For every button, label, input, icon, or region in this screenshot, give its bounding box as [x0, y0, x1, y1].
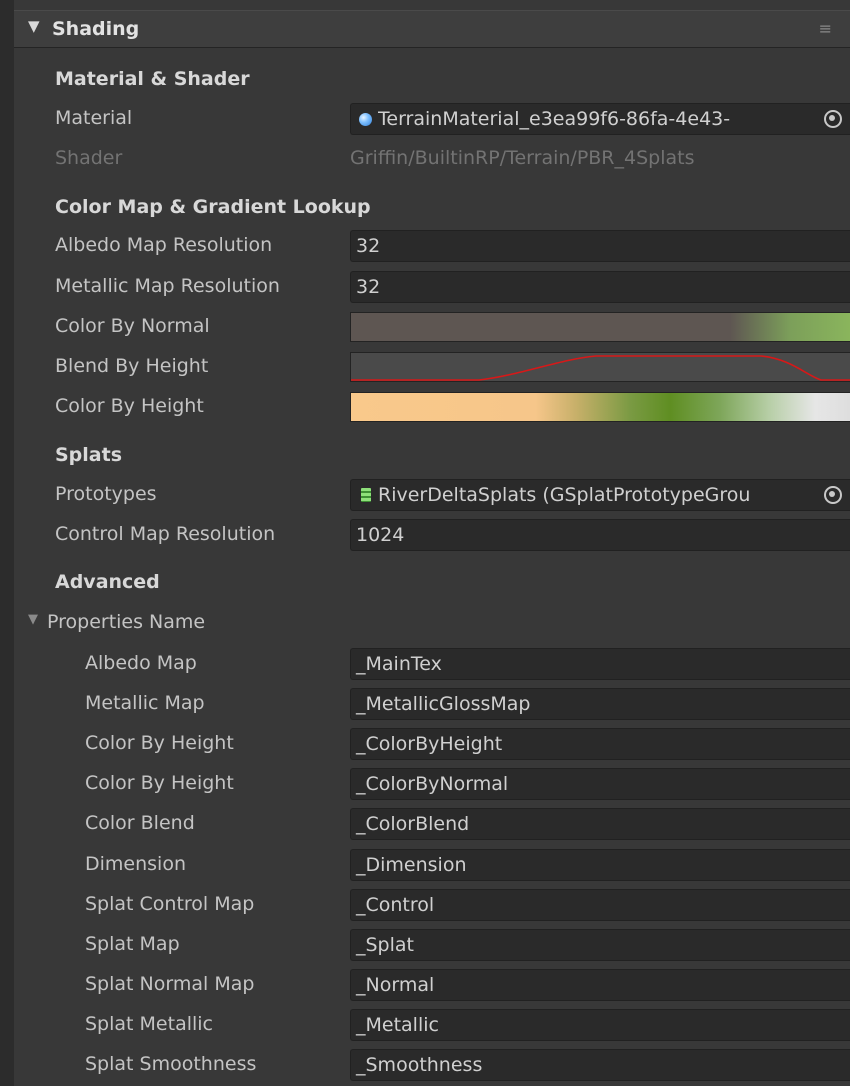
header-title: Shading [52, 18, 140, 40]
color-by-height-label: Color By Height [55, 395, 204, 417]
color-by-normal-label: Color By Normal [55, 315, 210, 337]
property-label: Dimension [85, 853, 186, 875]
property-row: Metallic Map _MetallicGlossMap [0, 685, 850, 723]
color-by-normal-gradient[interactable] [350, 312, 850, 342]
property-value: _Splat [356, 934, 414, 956]
albedo-res-value: 32 [356, 235, 381, 257]
section-title: Splats [55, 444, 123, 466]
material-value: TerrainMaterial_e3ea99f6-86fa-4e43- [378, 108, 731, 130]
blend-by-height-curve[interactable] [350, 352, 850, 382]
property-name-field[interactable]: _Dimension [350, 849, 850, 881]
section-title: Material & Shader [55, 68, 250, 90]
properties-name-foldout[interactable]: ▼ Properties Name [0, 604, 850, 642]
property-label: Color Blend [85, 812, 195, 834]
property-value: _ColorByNormal [356, 773, 509, 795]
property-name-field[interactable]: _Metallic [350, 1009, 850, 1041]
property-name-field[interactable]: _ColorByHeight [350, 728, 850, 760]
property-row: Splat Control Map _Control [0, 886, 850, 924]
prototypes-row: Prototypes RiverDeltaSplats (GSplatProto… [0, 476, 850, 514]
property-row: Color Blend _ColorBlend [0, 805, 850, 843]
metallic-res-row: Metallic Map Resolution 32 [0, 268, 850, 306]
advanced-section: Advanced [0, 564, 850, 602]
shader-value: Griffin/BuiltinRP/Terrain/PBR_4Splats [350, 147, 695, 169]
shading-header[interactable]: ▼ Shading ≡ [14, 10, 850, 48]
object-picker-icon[interactable] [822, 484, 844, 506]
property-value: _Control [356, 894, 435, 916]
property-name-field[interactable]: _Splat [350, 929, 850, 961]
color-map-section: Color Map & Gradient Lookup [0, 189, 850, 227]
property-label: Splat Map [85, 933, 180, 955]
material-shader-section: Material & Shader [0, 61, 850, 99]
section-title: Advanced [55, 571, 160, 593]
curve-graph [351, 355, 850, 381]
albedo-res-label: Albedo Map Resolution [55, 234, 273, 256]
property-value: _Metallic [356, 1014, 439, 1036]
property-value: _Normal [356, 974, 435, 996]
blend-by-height-row: Blend By Height [0, 348, 850, 386]
property-label: Splat Smoothness [85, 1053, 257, 1075]
material-label: Material [55, 107, 133, 129]
material-field[interactable]: TerrainMaterial_e3ea99f6-86fa-4e43- [350, 103, 850, 135]
property-row: Splat Normal Map _Normal [0, 966, 850, 1004]
property-row: Splat Smoothness _Smoothness [0, 1046, 850, 1084]
albedo-res-row: Albedo Map Resolution 32 [0, 227, 850, 265]
shader-row: Shader Griffin/BuiltinRP/Terrain/PBR_4Sp… [0, 140, 850, 178]
property-row: Color By Height _ColorByNormal [0, 765, 850, 803]
shading-inspector-panel: ▼ Shading ≡ Material & Shader Material T… [0, 0, 850, 1086]
color-by-normal-row: Color By Normal [0, 308, 850, 346]
control-res-field[interactable]: 1024 [350, 519, 850, 551]
property-value: _MainTex [356, 653, 442, 675]
property-row: Splat Metallic _Metallic [0, 1006, 850, 1044]
control-res-value: 1024 [356, 524, 405, 546]
color-by-height-gradient[interactable] [350, 392, 850, 422]
property-label: Color By Height [85, 772, 234, 794]
foldout-label: Properties Name [47, 611, 206, 633]
splat-asset-icon [361, 488, 371, 502]
hamburger-menu-icon[interactable]: ≡ [819, 19, 832, 38]
property-row: Dimension _Dimension [0, 846, 850, 884]
albedo-res-field[interactable]: 32 [350, 230, 850, 262]
property-value: _Dimension [356, 854, 467, 876]
blend-by-height-label: Blend By Height [55, 355, 209, 377]
splats-section: Splats [0, 437, 850, 475]
triangle-down-icon[interactable]: ▼ [28, 17, 40, 35]
shader-label: Shader [55, 147, 123, 169]
metallic-res-label: Metallic Map Resolution [55, 275, 280, 297]
property-value: _MetallicGlossMap [356, 693, 531, 715]
metallic-res-value: 32 [356, 276, 381, 298]
property-name-field[interactable]: _Smoothness [350, 1049, 850, 1081]
property-label: Albedo Map [85, 652, 197, 674]
control-res-label: Control Map Resolution [55, 523, 276, 545]
prototypes-field[interactable]: RiverDeltaSplats (GSplatPrototypeGrou [350, 479, 850, 511]
section-title: Color Map & Gradient Lookup [55, 196, 371, 218]
property-label: Color By Height [85, 732, 234, 754]
material-row: Material TerrainMaterial_e3ea99f6-86fa-4… [0, 100, 850, 138]
property-label: Splat Metallic [85, 1013, 213, 1035]
property-label: Splat Control Map [85, 893, 255, 915]
property-name-field[interactable]: _Normal [350, 969, 850, 1001]
property-label: Metallic Map [85, 692, 205, 714]
property-row: Splat Map _Splat [0, 926, 850, 964]
control-res-row: Control Map Resolution 1024 [0, 516, 850, 554]
property-row: Albedo Map _MainTex [0, 645, 850, 683]
property-name-field[interactable]: _ColorByNormal [350, 768, 850, 800]
property-row: Color By Height _ColorByHeight [0, 725, 850, 763]
color-by-height-row: Color By Height [0, 388, 850, 426]
material-sphere-icon [359, 113, 372, 126]
property-value: _Smoothness [356, 1054, 483, 1076]
triangle-down-icon[interactable]: ▼ [28, 612, 38, 627]
metallic-res-field[interactable]: 32 [350, 271, 850, 303]
property-name-field[interactable]: _MainTex [350, 648, 850, 680]
property-name-field[interactable]: _Control [350, 889, 850, 921]
prototypes-value: RiverDeltaSplats (GSplatPrototypeGrou [378, 484, 751, 506]
property-name-field[interactable]: _ColorBlend [350, 808, 850, 840]
blend-curve-line [351, 355, 850, 381]
property-label: Splat Normal Map [85, 973, 255, 995]
object-picker-icon[interactable] [822, 108, 844, 130]
property-name-field[interactable]: _MetallicGlossMap [350, 688, 850, 720]
property-value: _ColorByHeight [356, 733, 503, 755]
prototypes-label: Prototypes [55, 483, 157, 505]
property-value: _ColorBlend [356, 813, 470, 835]
